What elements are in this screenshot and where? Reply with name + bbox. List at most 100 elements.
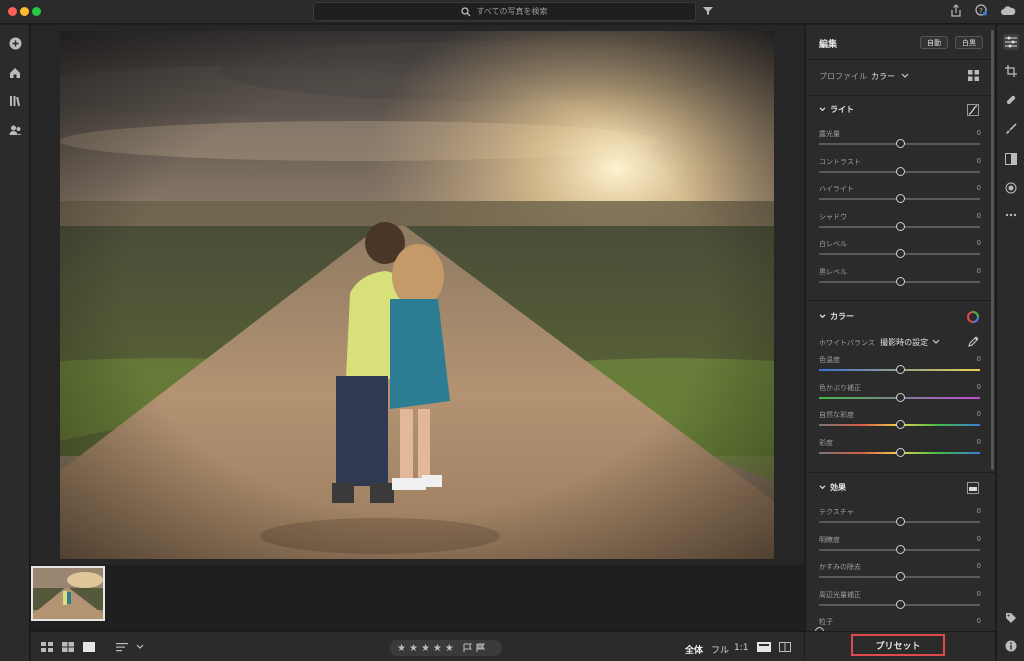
close-window-button[interactable]: [8, 7, 17, 16]
slider-value[interactable]: 0: [977, 617, 981, 625]
flag-reject-icon[interactable]: [476, 643, 486, 653]
slider-track[interactable]: [819, 139, 980, 148]
slider-track[interactable]: [819, 447, 980, 457]
star-5[interactable]: ★: [445, 643, 454, 654]
slider-value[interactable]: 0: [977, 129, 981, 137]
add-photos-button[interactable]: [7, 35, 23, 51]
sort-icon[interactable]: [116, 642, 128, 652]
slider-knob[interactable]: [895, 249, 905, 258]
white-balance-selector[interactable]: ホワイトバランス 撮影時の設定: [819, 337, 940, 348]
filter-icon[interactable]: [703, 6, 713, 16]
slider-value[interactable]: 0: [977, 212, 981, 220]
presets-button[interactable]: プリセット: [851, 634, 945, 656]
slider-knob[interactable]: [895, 166, 905, 176]
slider-knob[interactable]: [895, 599, 905, 609]
slider-knob[interactable]: [895, 365, 905, 374]
slider-track[interactable]: [819, 365, 980, 374]
slider-track[interactable]: [819, 392, 980, 402]
eyedropper-icon[interactable]: [968, 336, 979, 347]
zoom-fit-option[interactable]: 全体: [685, 643, 703, 656]
slider-value[interactable]: 0: [977, 410, 981, 418]
slider-value[interactable]: 0: [977, 590, 981, 598]
minimize-window-button[interactable]: [20, 7, 29, 16]
slider-value[interactable]: 0: [977, 507, 981, 515]
compare-view-icon[interactable]: [779, 642, 791, 652]
star-4[interactable]: ★: [433, 643, 442, 654]
slider-track[interactable]: [819, 276, 980, 286]
slider-value[interactable]: 0: [977, 157, 981, 165]
filmstrip-thumbnail[interactable]: [31, 566, 105, 621]
star-2[interactable]: ★: [409, 643, 418, 654]
library-button[interactable]: [7, 93, 23, 109]
slider-knob[interactable]: [895, 221, 905, 231]
keywords-button[interactable]: [1003, 610, 1019, 626]
slider-label: 色かぶり補正: [819, 383, 861, 392]
slider-track[interactable]: [819, 544, 980, 554]
info-overlay-icon[interactable]: [757, 642, 771, 652]
bandage-icon: [1006, 95, 1016, 105]
help-icon[interactable]: ?: [975, 4, 987, 16]
zoom-fill-option[interactable]: フル: [711, 643, 729, 656]
square-grid-icon[interactable]: [62, 642, 74, 652]
light-section-header[interactable]: ライト: [819, 104, 854, 115]
info-button[interactable]: [1003, 638, 1019, 654]
home-button[interactable]: [7, 65, 23, 81]
brush-tool-button[interactable]: [1003, 121, 1019, 137]
color-mixer-icon[interactable]: [967, 311, 979, 323]
flag-pick-icon[interactable]: [463, 643, 473, 653]
cloud-icon[interactable]: [1000, 6, 1016, 16]
slider-value[interactable]: 0: [977, 535, 981, 543]
color-section-header[interactable]: カラー: [819, 311, 854, 322]
edit-tool-button[interactable]: [1003, 34, 1019, 50]
share-icon[interactable]: [950, 4, 962, 18]
zoom-window-button[interactable]: [32, 7, 41, 16]
slider-track[interactable]: [819, 221, 980, 231]
slider-knob[interactable]: [895, 194, 905, 203]
slider-track[interactable]: [819, 249, 980, 258]
slider-track[interactable]: [819, 420, 980, 429]
slider-value[interactable]: 0: [977, 438, 981, 446]
slider-value[interactable]: 0: [977, 239, 981, 247]
slider-value[interactable]: 0: [977, 267, 981, 275]
slider-knob[interactable]: [895, 517, 905, 526]
healing-tool-button[interactable]: [1003, 92, 1019, 108]
main-photo[interactable]: [60, 31, 774, 559]
slider-value[interactable]: 0: [977, 355, 981, 363]
linear-gradient-tool-button[interactable]: [1003, 151, 1019, 167]
zoom-1to1-option[interactable]: 1:1: [734, 643, 748, 653]
radial-gradient-tool-button[interactable]: [1003, 180, 1019, 196]
profile-browser-icon[interactable]: [968, 70, 979, 81]
star-3[interactable]: ★: [421, 643, 430, 654]
bw-button[interactable]: 白黒: [955, 36, 983, 49]
auto-button[interactable]: 自動: [920, 36, 948, 49]
slider-knob[interactable]: [895, 139, 905, 148]
slider-knob[interactable]: [895, 420, 905, 429]
tone-curve-icon[interactable]: [967, 104, 979, 116]
slider-knob[interactable]: [895, 276, 905, 286]
slider-track[interactable]: [819, 517, 980, 526]
search-input[interactable]: すべての写真を検索: [313, 2, 696, 21]
slider-track[interactable]: [819, 572, 980, 581]
slider-knob[interactable]: [895, 572, 905, 581]
slider-value[interactable]: 0: [977, 562, 981, 570]
edit-panel-scrollbar[interactable]: [991, 30, 994, 470]
people-button[interactable]: [7, 122, 23, 138]
crop-tool-button[interactable]: [1003, 63, 1019, 79]
effects-section-header[interactable]: 効果: [819, 482, 846, 493]
profile-selector[interactable]: プロファイル カラー: [819, 71, 909, 82]
slider-knob[interactable]: [895, 544, 905, 554]
detail-view-icon[interactable]: [83, 642, 95, 652]
slider-track[interactable]: [819, 599, 980, 609]
sort-chevron-down-icon[interactable]: [136, 644, 144, 650]
slider-knob[interactable]: [895, 392, 905, 402]
star-1[interactable]: ★: [397, 643, 406, 654]
slider-value[interactable]: 0: [977, 383, 981, 391]
effects-options-icon[interactable]: [967, 482, 979, 494]
grid-view-icon[interactable]: [41, 642, 53, 652]
slider-track[interactable]: [819, 194, 980, 203]
star-rating[interactable]: ★ ★ ★ ★ ★: [389, 640, 502, 656]
slider-knob[interactable]: [895, 447, 905, 457]
slider-value[interactable]: 0: [977, 184, 981, 192]
slider-track[interactable]: [819, 166, 980, 176]
more-tools-button[interactable]: [1003, 207, 1019, 223]
